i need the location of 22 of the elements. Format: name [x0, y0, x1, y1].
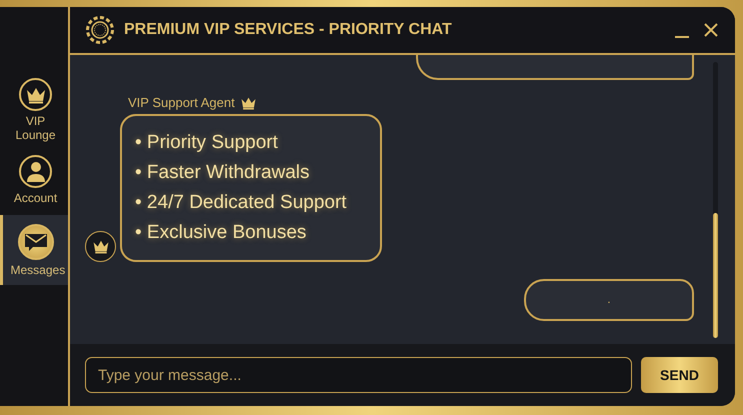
close-icon [703, 22, 719, 38]
person-icon [26, 160, 46, 182]
message-input[interactable]: Type your message... [85, 357, 632, 393]
bullet-item: • Exclusive Bonuses [135, 221, 308, 245]
bullet-item: • Priority Support [135, 131, 279, 155]
minimize-icon [675, 36, 689, 38]
bullet-item: • 24/7 Dedicated Support [135, 191, 348, 215]
envelope-icon [24, 232, 48, 252]
send-button[interactable]: SEND [641, 357, 718, 393]
sender-name: VIP Support Agent [128, 95, 235, 110]
poker-chip-icon [86, 16, 114, 44]
sidebar-item[interactable]: VIP Lounge [0, 75, 68, 145]
crown-icon [240, 96, 257, 110]
scrollbar[interactable] [713, 62, 718, 338]
crown-icon [92, 239, 110, 254]
window-title: PREMIUM VIP SERVICES - PRIORITY CHAT [124, 21, 453, 39]
scrollbar-thumb[interactable] [713, 213, 718, 338]
bullet-item: • Faster Withdrawals [135, 161, 311, 185]
sidebar-item[interactable]: Messages [0, 215, 68, 285]
message-text: . [607, 294, 611, 306]
sidebar-item[interactable]: Account [0, 145, 68, 215]
crown-icon [24, 86, 46, 104]
